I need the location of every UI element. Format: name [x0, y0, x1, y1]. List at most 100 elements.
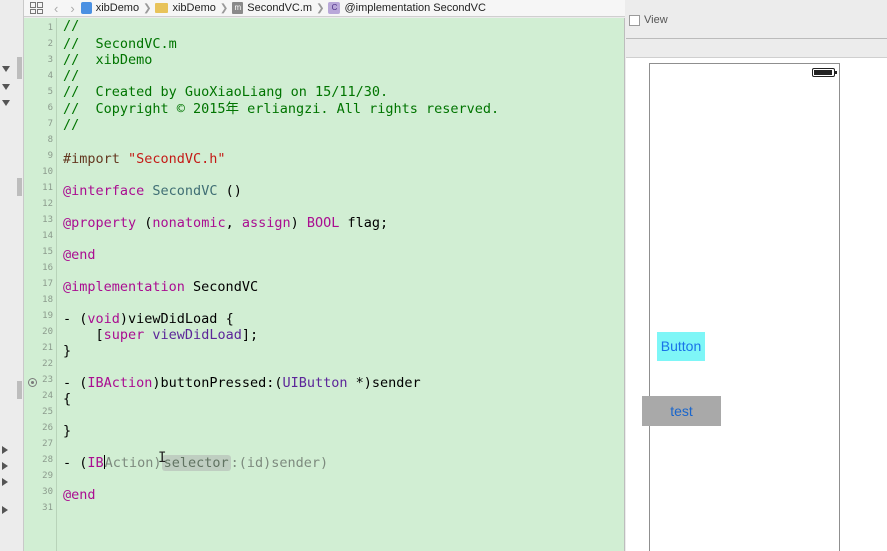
line-number[interactable]: 9 — [24, 148, 53, 164]
code-line-20: [super viewDidLoad]; — [63, 327, 259, 343]
code-text: , — [225, 215, 242, 231]
ib-header: View — [626, 10, 887, 32]
scene-background — [626, 57, 887, 551]
line-number[interactable]: 27 — [24, 436, 53, 452]
line-number[interactable]: 12 — [24, 196, 53, 212]
forward-button[interactable]: › — [70, 1, 74, 16]
line-number[interactable]: 10 — [24, 164, 53, 180]
line-number[interactable]: 20 — [24, 324, 53, 340]
keyword: @property — [63, 215, 137, 231]
code-text: - ( — [63, 311, 88, 327]
test-button[interactable]: test — [642, 396, 721, 426]
code-line-13: @property (nonatomic, assign) BOOL flag; — [63, 215, 388, 231]
import-file: "SecondVC.h" — [128, 151, 226, 167]
line-number[interactable]: 6 — [24, 100, 53, 116]
line-number[interactable]: 15 — [24, 244, 53, 260]
keyword: nonatomic — [152, 215, 226, 231]
code-editor[interactable]: 1 2 3 4 5 6 7 8 9 10 11 12 13 14 15 16 17 18 19 20 21 22 23 24 2… — [24, 18, 625, 551]
disclosure-open-icon[interactable] — [2, 66, 10, 72]
disclosure-open-icon[interactable] — [2, 100, 10, 106]
keyword: void — [87, 311, 120, 327]
code-line-5: // Created by GuoXiaoLiang on 15/11/30. — [63, 84, 389, 100]
code-text: ( — [136, 215, 153, 231]
line-number[interactable]: 31 — [24, 500, 53, 516]
keyword: @interface — [63, 183, 145, 199]
view-checkbox[interactable] — [629, 15, 640, 26]
line-number[interactable]: 19 — [24, 308, 53, 324]
chevron-right-icon: ❯ — [143, 2, 152, 14]
class-name: SecondVC — [152, 183, 218, 199]
code-line-24: { — [63, 391, 72, 407]
view-controller-scene[interactable] — [649, 63, 840, 551]
typed-text: IB — [87, 455, 104, 471]
import-directive: #import — [63, 151, 129, 167]
line-number[interactable]: 25 — [24, 404, 53, 420]
line-number[interactable]: 7 — [24, 116, 53, 132]
related-items-icon[interactable] — [30, 2, 44, 14]
breadcrumb-label: xibDemo — [95, 2, 140, 14]
disclosure-open-icon[interactable] — [2, 84, 10, 90]
interface-builder-canvas[interactable]: View — [626, 0, 887, 551]
view-label: View — [644, 14, 668, 26]
keyword: IBAction — [87, 375, 153, 391]
autocomplete-ghost: :(id)sender) — [230, 455, 329, 471]
breadcrumb-project[interactable]: xibDemo — [80, 2, 140, 14]
line-number[interactable]: 16 — [24, 260, 53, 276]
breadcrumb-symbol[interactable]: C @implementation SecondVC — [328, 2, 486, 14]
code-line-26: } — [63, 423, 72, 439]
disclosure-closed-icon[interactable] — [2, 446, 8, 454]
line-number[interactable]: 4 — [24, 68, 53, 84]
code-line-9: #import "SecondVC.h" — [63, 151, 226, 167]
project-icon — [80, 2, 92, 14]
line-number[interactable]: 18 — [24, 292, 53, 308]
code-text: - ( — [63, 455, 88, 471]
line-number[interactable]: 14 — [24, 228, 53, 244]
breadcrumb-label: xibDemo — [172, 2, 216, 14]
battery-icon — [812, 68, 837, 77]
keyword: @implementation — [63, 279, 185, 295]
divider — [626, 38, 887, 39]
disclosure-closed-icon[interactable] — [2, 506, 8, 514]
code-text: ]; — [241, 327, 259, 343]
code-text: - ( — [63, 375, 88, 391]
navigator-strip — [0, 0, 24, 551]
breadcrumb-group[interactable]: xibDemo — [155, 2, 216, 14]
jump-bar: ‹ › xibDemo ❯ xibDemo ❯ m SecondVC.m ❯ C… — [24, 0, 625, 17]
code-text: () — [217, 183, 242, 199]
code-line-28: - (IBAction) selector:(id)sender) — [63, 455, 328, 471]
code-text: )viewDidLoad { — [119, 311, 234, 327]
autocomplete-ghost: Action) — [104, 455, 162, 471]
line-number[interactable]: 30 — [24, 484, 53, 500]
line-number-gutter[interactable]: 1 2 3 4 5 6 7 8 9 10 11 12 13 14 15 16 17 18 19 20 21 22 23 24 2… — [24, 18, 57, 551]
line-number[interactable]: 8 — [24, 132, 53, 148]
line-number[interactable]: 13 — [24, 212, 53, 228]
button-element[interactable]: Button — [657, 332, 705, 361]
line-number[interactable]: 1 — [24, 20, 53, 36]
line-number[interactable]: 5 — [24, 84, 53, 100]
navigator-scroll-mark — [17, 57, 22, 79]
breadcrumb-label: SecondVC.m — [247, 2, 313, 14]
line-number[interactable]: 2 — [24, 36, 53, 52]
line-number[interactable]: 22 — [24, 356, 53, 372]
code-text: SecondVC — [184, 279, 259, 295]
code-line-4: // — [63, 68, 80, 84]
line-number[interactable]: 29 — [24, 468, 53, 484]
line-number[interactable]: 26 — [24, 420, 53, 436]
placeholder-token[interactable]: selector — [161, 455, 231, 471]
line-number[interactable]: 11 — [24, 180, 53, 196]
back-button[interactable]: ‹ — [54, 1, 58, 16]
code-line-1: // — [63, 18, 80, 34]
disclosure-closed-icon[interactable] — [2, 478, 8, 486]
line-number[interactable]: 28 — [24, 452, 53, 468]
line-number[interactable]: 21 — [24, 340, 53, 356]
m-file-icon: m — [232, 2, 244, 14]
line-number[interactable]: 3 — [24, 52, 53, 68]
ib-connection-icon[interactable] — [28, 378, 37, 387]
disclosure-closed-icon[interactable] — [2, 462, 8, 470]
line-number[interactable]: 24 — [24, 388, 53, 404]
breadcrumb-file[interactable]: m SecondVC.m — [232, 2, 312, 14]
line-number[interactable]: 17 — [24, 276, 53, 292]
breadcrumb-label: @implementation SecondVC — [344, 2, 486, 14]
ibeam-cursor-icon: I — [158, 450, 167, 466]
code-line-7: // — [63, 117, 80, 133]
